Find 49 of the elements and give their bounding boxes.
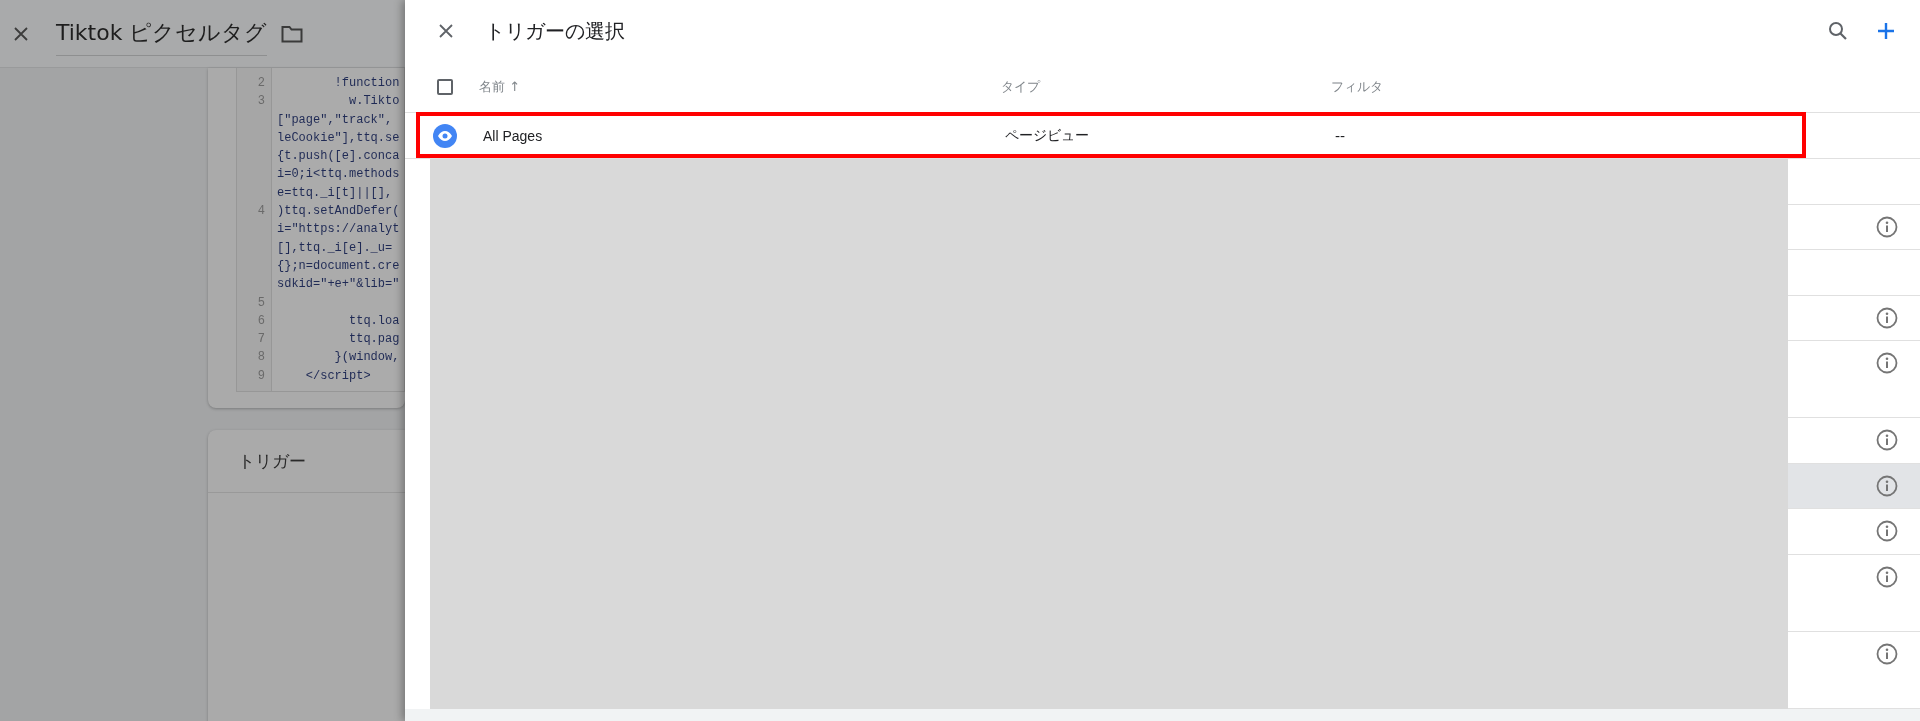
code-editor[interactable] — [236, 68, 405, 392]
code-line: }(window, — [333, 349, 400, 367]
close-icon[interactable] — [439, 24, 453, 38]
select-all-checkbox[interactable] — [437, 79, 453, 95]
code-line: e=ttq._i[t]||[], — [277, 184, 394, 202]
code-line: w.Tikto — [348, 93, 400, 111]
trigger-type: ページビュー — [1005, 126, 1090, 145]
line-number: 6 — [256, 312, 266, 330]
line-number: 5 — [256, 294, 266, 312]
eye-icon — [433, 123, 457, 148]
line-number: 9 — [256, 367, 266, 385]
info-icon[interactable] — [1876, 215, 1898, 238]
info-icon[interactable] — [1876, 429, 1898, 451]
info-icon[interactable] — [1876, 474, 1898, 497]
info-icon[interactable] — [1876, 642, 1898, 665]
info-icon[interactable] — [1876, 520, 1898, 542]
code-line: </script> — [304, 367, 372, 385]
folder-icon[interactable] — [281, 24, 304, 43]
tag-name-field[interactable]: Tiktok ピクセルタグ — [56, 11, 268, 56]
code-line: ttq.pag — [348, 331, 400, 349]
line-number: 3 — [256, 93, 266, 111]
code-line: [],ttq._i[e]._u= — [277, 239, 394, 257]
code-line: ttq.loa — [348, 312, 400, 330]
code-line: i=0;i<ttq.methods — [277, 166, 400, 184]
column-header[interactable]: タイプ — [1001, 78, 1331, 96]
add-icon[interactable] — [1877, 22, 1895, 40]
info-icon[interactable] — [1876, 306, 1898, 329]
code-line: {t.push([e].conca — [277, 148, 400, 166]
line-number: 4 — [256, 203, 266, 221]
code-line: ["page","track", — [277, 111, 394, 129]
line-number: 8 — [256, 349, 266, 367]
close-icon[interactable] — [14, 26, 28, 41]
trigger-filter: -- — [1335, 127, 1346, 144]
column-header[interactable]: 名前 ↑ — [479, 78, 1001, 96]
trigger-name[interactable]: All Pages — [483, 127, 1005, 144]
line-number: 2 — [256, 75, 266, 92]
info-icon[interactable] — [1876, 352, 1898, 374]
column-header[interactable]: フィルタ — [1331, 78, 1383, 96]
code-line: )ttq.setAndDefer( — [277, 203, 400, 221]
code-line: sdkid="+e+"&lib=" — [277, 276, 400, 294]
panel-title: トリガーの選択 — [485, 17, 625, 45]
code-line: !function — [333, 75, 400, 92]
info-icon[interactable] — [1876, 565, 1898, 588]
code-line: {};n=document.cre — [277, 257, 400, 275]
search-icon[interactable] — [1828, 21, 1848, 41]
card-title: トリガー — [238, 449, 306, 473]
code-line: leCookie"],ttq.se — [277, 129, 400, 147]
line-number: 7 — [256, 331, 266, 349]
code-line: i="https://analyt — [277, 221, 400, 239]
